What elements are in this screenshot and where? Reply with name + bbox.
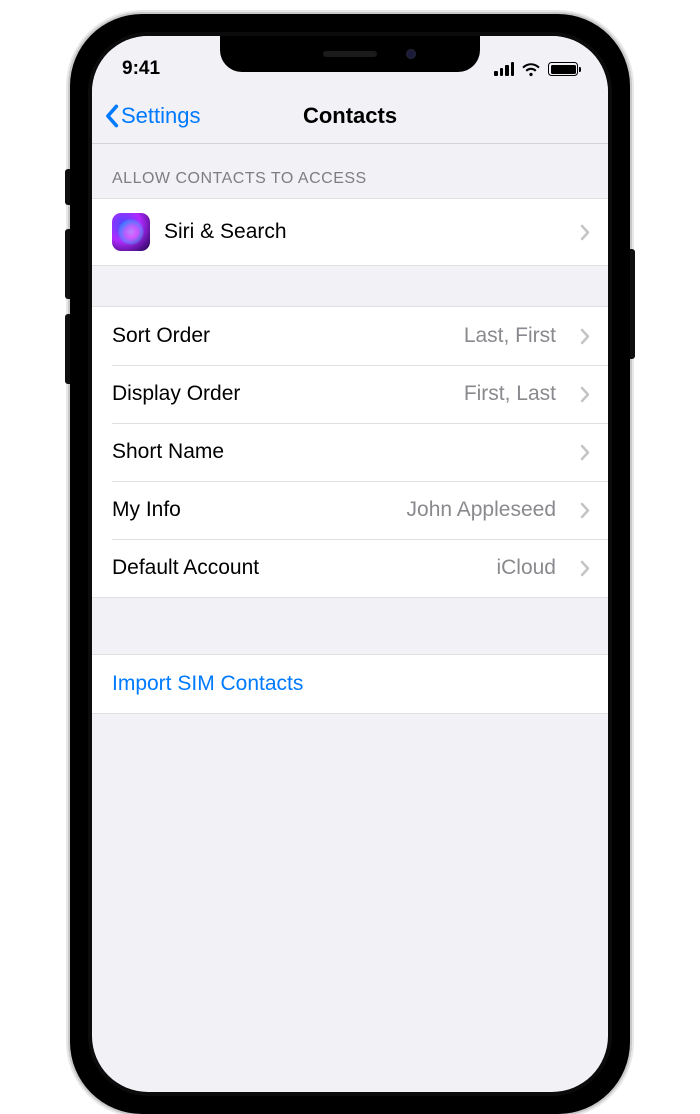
page-title: Contacts: [303, 103, 397, 129]
display-order-value: First, Last: [464, 382, 556, 406]
short-name-label: Short Name: [112, 440, 224, 464]
my-info-label: My Info: [112, 498, 181, 522]
back-button[interactable]: Settings: [104, 88, 201, 143]
wifi-icon: [521, 62, 541, 77]
display-order-label: Display Order: [112, 382, 240, 406]
status-time: 9:41: [122, 58, 160, 80]
iphone-frame: 9:41 Settings Contacts: [70, 14, 630, 1114]
chevron-right-icon: [580, 560, 590, 577]
my-info-row[interactable]: My Info John Appleseed: [92, 481, 608, 539]
default-account-row[interactable]: Default Account iCloud: [92, 539, 608, 597]
sort-order-label: Sort Order: [112, 324, 210, 348]
sort-order-row[interactable]: Sort Order Last, First: [92, 307, 608, 365]
volume-down-button: [65, 314, 70, 384]
short-name-row[interactable]: Short Name: [92, 423, 608, 481]
chevron-left-icon: [104, 104, 119, 128]
battery-icon: [548, 62, 578, 76]
section-header-access: Allow Contacts to Access: [92, 144, 608, 198]
chevron-right-icon: [580, 502, 590, 519]
my-info-value: John Appleseed: [407, 498, 556, 522]
volume-up-button: [65, 229, 70, 299]
notch: [220, 36, 480, 72]
back-label: Settings: [121, 103, 201, 129]
navigation-bar: Settings Contacts: [92, 88, 608, 144]
default-account-label: Default Account: [112, 556, 259, 580]
siri-search-label: Siri & Search: [164, 220, 287, 244]
siri-icon: [112, 213, 150, 251]
siri-search-row[interactable]: Siri & Search: [92, 199, 608, 265]
chevron-right-icon: [580, 328, 590, 345]
side-button: [65, 169, 70, 205]
import-sim-contacts-button[interactable]: Import SIM Contacts: [92, 655, 608, 713]
display-order-row[interactable]: Display Order First, Last: [92, 365, 608, 423]
sort-order-value: Last, First: [464, 324, 556, 348]
power-button: [630, 249, 635, 359]
chevron-right-icon: [580, 386, 590, 403]
import-sim-label: Import SIM Contacts: [112, 672, 303, 696]
default-account-value: iCloud: [496, 556, 556, 580]
cellular-signal-icon: [494, 62, 514, 76]
chevron-right-icon: [580, 444, 590, 461]
chevron-right-icon: [580, 224, 590, 241]
